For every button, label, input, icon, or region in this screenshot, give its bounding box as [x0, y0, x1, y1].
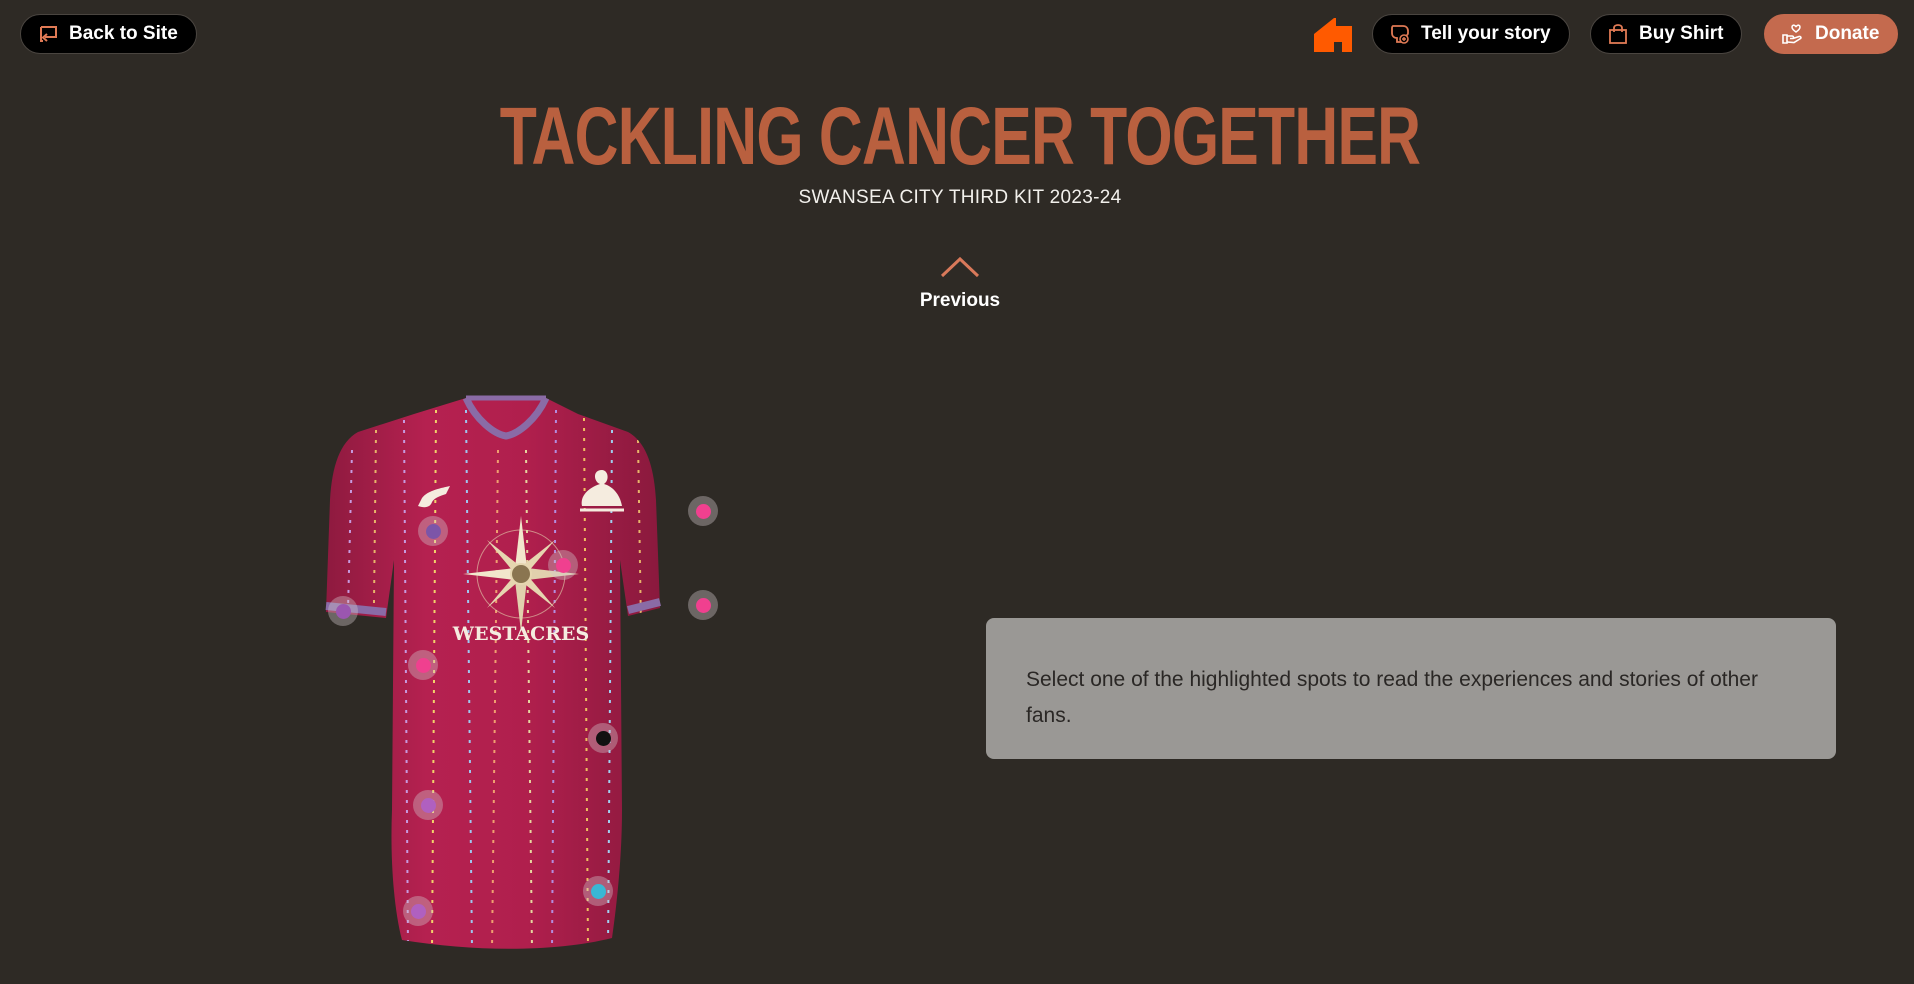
donate-button[interactable]: Donate	[1764, 14, 1899, 54]
hotspot-10[interactable]	[403, 896, 433, 926]
hotspot-dot	[590, 883, 606, 899]
football-shirt-image: WESTACRES	[325, 395, 661, 949]
shopping-bag-icon	[1609, 24, 1627, 44]
hotspot-dot	[425, 523, 441, 539]
hotspot-3[interactable]	[688, 496, 718, 526]
hotspot-5[interactable]	[688, 590, 718, 620]
hotspot-dot	[420, 797, 436, 813]
hotspot-8[interactable]	[413, 790, 443, 820]
hotspot-7[interactable]	[588, 723, 618, 753]
buy-shirt-label: Buy Shirt	[1639, 23, 1724, 44]
hotspot-9[interactable]	[583, 876, 613, 906]
back-to-site-button[interactable]: Back to Site	[20, 14, 197, 54]
hotspot-2[interactable]	[548, 550, 578, 580]
shirt-viewer: WESTACRES	[316, 390, 726, 950]
hotspot-dot	[410, 903, 426, 919]
sponsor-text: WESTACRES	[452, 623, 590, 645]
buy-shirt-button[interactable]: Buy Shirt	[1590, 14, 1743, 54]
tell-your-story-label: Tell your story	[1421, 23, 1551, 44]
home-icon[interactable]	[1312, 16, 1354, 52]
hotspot-dot	[555, 557, 571, 573]
donate-hand-icon	[1782, 24, 1802, 44]
info-message: Select one of the highlighted spots to r…	[1026, 668, 1758, 727]
hotspot-dot	[695, 503, 711, 519]
previous-button[interactable]: Previous	[910, 256, 1010, 326]
previous-label: Previous	[919, 290, 1001, 311]
hotspot-4[interactable]	[328, 596, 358, 626]
chevron-up-icon	[940, 256, 980, 278]
hotspot-dot	[415, 657, 431, 673]
back-arrow-icon	[40, 26, 57, 42]
page-subtitle: SWANSEA CITY THIRD KIT 2023-24	[798, 187, 1122, 208]
hotspot-6[interactable]	[408, 650, 438, 680]
back-to-site-label: Back to Site	[69, 23, 178, 44]
hotspot-dot	[595, 730, 611, 746]
story-icon	[1391, 25, 1409, 44]
hotspot-1[interactable]	[418, 516, 448, 546]
hotspot-dot	[695, 597, 711, 613]
hotspot-dot	[335, 603, 351, 619]
page-title: TACKLING CANCER TOGETHER	[499, 91, 1421, 182]
tell-your-story-button[interactable]: Tell your story	[1372, 14, 1570, 54]
info-panel: Select one of the highlighted spots to r…	[986, 618, 1836, 759]
donate-label: Donate	[1815, 23, 1880, 44]
